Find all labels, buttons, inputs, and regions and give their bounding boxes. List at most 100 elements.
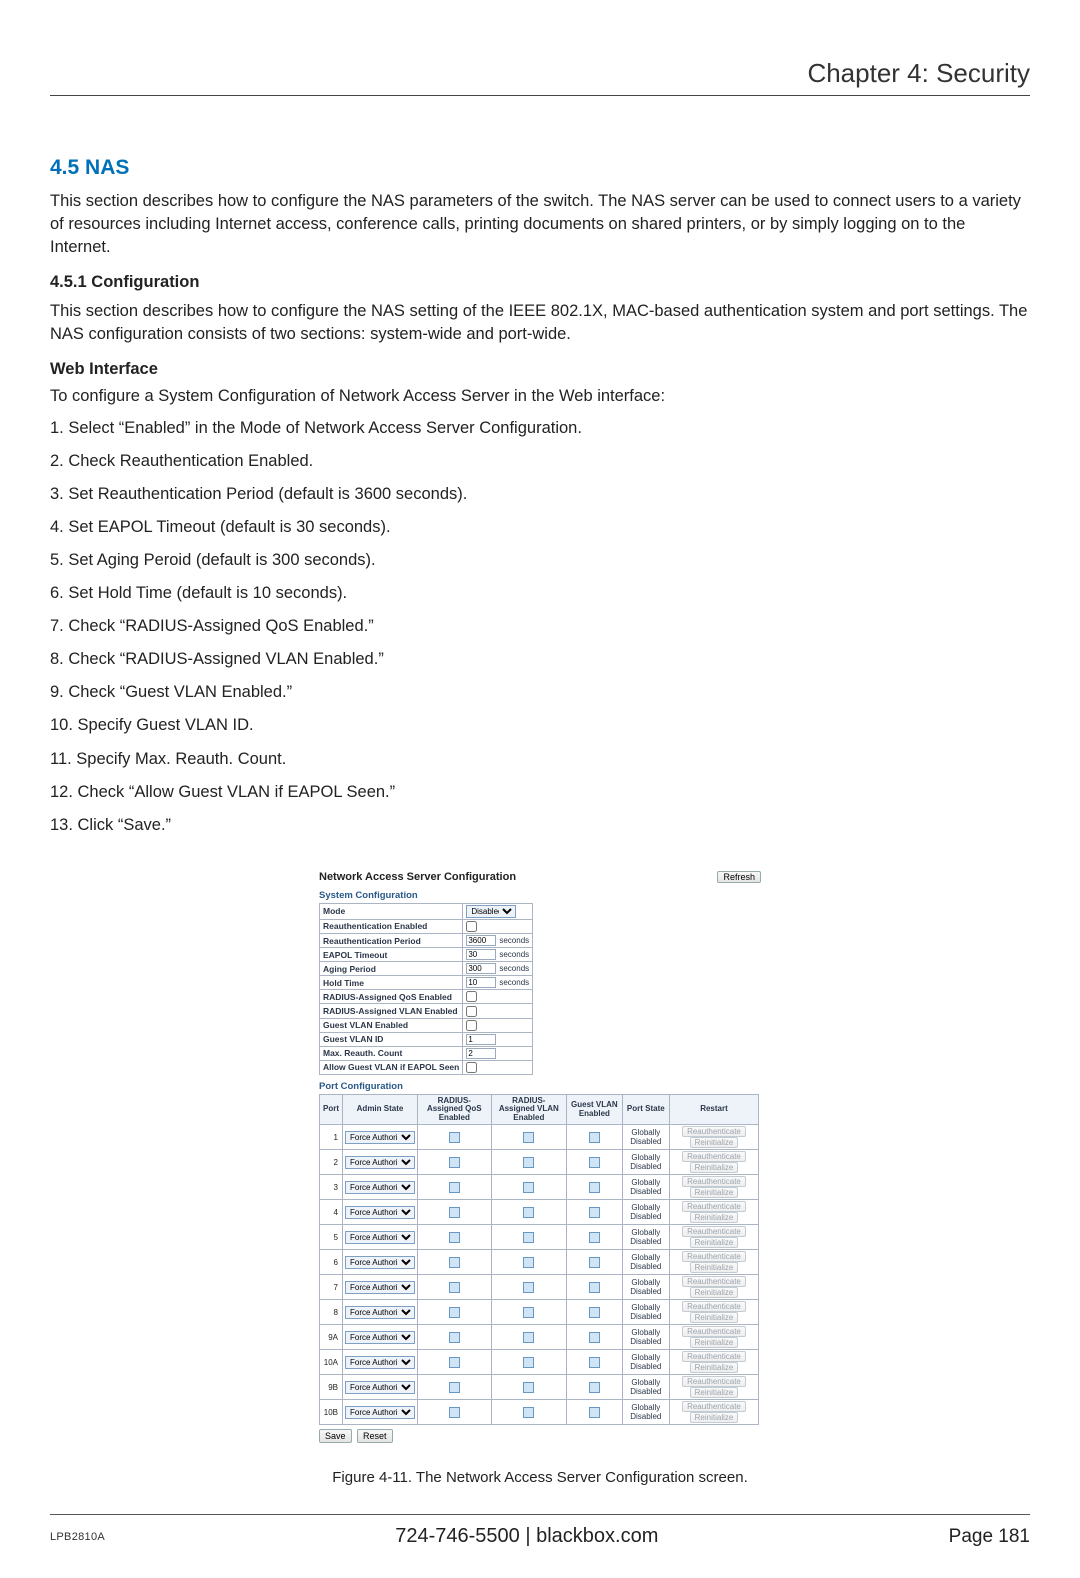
gvlan-checkbox[interactable] <box>589 1332 600 1343</box>
step: 2. Check Reauthentication Enabled. <box>50 450 1030 473</box>
radius-vlan-checkbox[interactable] <box>466 1006 477 1017</box>
reinitialize-button[interactable]: Reinitialize <box>690 1212 739 1223</box>
reauthenticate-button[interactable]: Reauthenticate <box>682 1301 746 1312</box>
guest-vlan-en-checkbox[interactable] <box>466 1020 477 1031</box>
gvlan-checkbox[interactable] <box>589 1182 600 1193</box>
rvlan-checkbox[interactable] <box>523 1357 534 1368</box>
qos-checkbox[interactable] <box>449 1382 460 1393</box>
gvlan-checkbox[interactable] <box>589 1357 600 1368</box>
seconds-unit: seconds <box>499 950 529 959</box>
reinitialize-button[interactable]: Reinitialize <box>690 1337 739 1348</box>
reauthenticate-button[interactable]: Reauthenticate <box>682 1226 746 1237</box>
qos-checkbox[interactable] <box>449 1332 460 1343</box>
reauthenticate-button[interactable]: Reauthenticate <box>682 1151 746 1162</box>
admin-state-select[interactable]: Force Authorized <box>345 1181 415 1194</box>
admin-state-select[interactable]: Force Authorized <box>345 1156 415 1169</box>
rvlan-checkbox[interactable] <box>523 1382 534 1393</box>
gvlan-checkbox[interactable] <box>589 1132 600 1143</box>
guest-vlan-id-input[interactable] <box>466 1034 496 1045</box>
rvlan-checkbox[interactable] <box>523 1232 534 1243</box>
gvlan-checkbox[interactable] <box>589 1257 600 1268</box>
reauth-en-checkbox[interactable] <box>466 921 477 932</box>
qos-checkbox[interactable] <box>449 1282 460 1293</box>
rvlan-checkbox[interactable] <box>523 1182 534 1193</box>
port-number: 10B <box>320 1400 343 1425</box>
qos-checkbox[interactable] <box>449 1157 460 1168</box>
rvlan-checkbox[interactable] <box>523 1332 534 1343</box>
admin-state-select[interactable]: Force Authorized <box>345 1206 415 1219</box>
reinitialize-button[interactable]: Reinitialize <box>690 1162 739 1173</box>
chapter-header: Chapter 4: Security <box>50 58 1030 96</box>
refresh-button[interactable]: Refresh <box>717 871 761 883</box>
reinitialize-button[interactable]: Reinitialize <box>690 1312 739 1323</box>
rvlan-checkbox[interactable] <box>523 1132 534 1143</box>
hold-input[interactable] <box>466 977 496 988</box>
qos-checkbox[interactable] <box>449 1207 460 1218</box>
reauthenticate-button[interactable]: Reauthenticate <box>682 1376 746 1387</box>
figure-caption: Figure 4-11. The Network Access Server C… <box>50 1469 1030 1486</box>
reauthenticate-button[interactable]: Reauthenticate <box>682 1326 746 1337</box>
reinitialize-button[interactable]: Reinitialize <box>690 1362 739 1373</box>
radius-vlan-label: RADIUS-Assigned VLAN Enabled <box>320 1004 463 1018</box>
reauthenticate-button[interactable]: Reauthenticate <box>682 1126 746 1137</box>
reauth-period-input[interactable] <box>466 935 496 946</box>
admin-state-select[interactable]: Force Authorized <box>345 1231 415 1244</box>
port-state: Globally Disabled <box>622 1200 669 1225</box>
admin-state-select[interactable]: Force Authorized <box>345 1256 415 1269</box>
reauthenticate-button[interactable]: Reauthenticate <box>682 1201 746 1212</box>
aging-input[interactable] <box>466 963 496 974</box>
admin-state-select[interactable]: Force Authorized <box>345 1406 415 1419</box>
mode-select[interactable]: Disabled <box>466 905 516 918</box>
port-number: 6 <box>320 1250 343 1275</box>
reinitialize-button[interactable]: Reinitialize <box>690 1187 739 1198</box>
reauthenticate-button[interactable]: Reauthenticate <box>682 1251 746 1262</box>
qos-checkbox[interactable] <box>449 1182 460 1193</box>
admin-state-select[interactable]: Force Authorized <box>345 1356 415 1369</box>
qos-checkbox[interactable] <box>449 1307 460 1318</box>
admin-state-select[interactable]: Force Authorized <box>345 1281 415 1294</box>
rvlan-checkbox[interactable] <box>523 1157 534 1168</box>
rvlan-checkbox[interactable] <box>523 1257 534 1268</box>
gvlan-checkbox[interactable] <box>589 1382 600 1393</box>
reset-button[interactable]: Reset <box>357 1429 393 1443</box>
col-port: Port <box>320 1095 343 1125</box>
reauthenticate-button[interactable]: Reauthenticate <box>682 1351 746 1362</box>
qos-checkbox[interactable] <box>449 1357 460 1368</box>
reinitialize-button[interactable]: Reinitialize <box>690 1412 739 1423</box>
port-state: Globally Disabled <box>622 1225 669 1250</box>
gvlan-checkbox[interactable] <box>589 1307 600 1318</box>
reinitialize-button[interactable]: Reinitialize <box>690 1262 739 1273</box>
rvlan-checkbox[interactable] <box>523 1307 534 1318</box>
admin-state-select[interactable]: Force Authorized <box>345 1331 415 1344</box>
reinitialize-button[interactable]: Reinitialize <box>690 1287 739 1298</box>
rvlan-checkbox[interactable] <box>523 1407 534 1418</box>
section-title: 4.5 NAS <box>50 156 1030 180</box>
gvlan-checkbox[interactable] <box>589 1157 600 1168</box>
admin-state-select[interactable]: Force Authorized <box>345 1306 415 1319</box>
qos-checkbox[interactable] <box>449 1257 460 1268</box>
gvlan-checkbox[interactable] <box>589 1232 600 1243</box>
reinitialize-button[interactable]: Reinitialize <box>690 1137 739 1148</box>
gvlan-checkbox[interactable] <box>589 1207 600 1218</box>
admin-state-select[interactable]: Force Authorized <box>345 1381 415 1394</box>
port-number: 9B <box>320 1375 343 1400</box>
gvlan-checkbox[interactable] <box>589 1282 600 1293</box>
reauthenticate-button[interactable]: Reauthenticate <box>682 1176 746 1187</box>
qos-checkbox[interactable] <box>449 1407 460 1418</box>
qos-checkbox[interactable] <box>449 1232 460 1243</box>
max-reauth-input[interactable] <box>466 1048 496 1059</box>
radius-qos-checkbox[interactable] <box>466 991 477 1002</box>
table-row: 8Force AuthorizedGlobally DisabledReauth… <box>320 1300 759 1325</box>
eapol-input[interactable] <box>466 949 496 960</box>
step: 10. Specify Guest VLAN ID. <box>50 714 1030 737</box>
reauthenticate-button[interactable]: Reauthenticate <box>682 1401 746 1412</box>
rvlan-checkbox[interactable] <box>523 1207 534 1218</box>
rvlan-checkbox[interactable] <box>523 1282 534 1293</box>
save-button[interactable]: Save <box>319 1429 352 1443</box>
reauthenticate-button[interactable]: Reauthenticate <box>682 1276 746 1287</box>
allow-guest-checkbox[interactable] <box>466 1062 477 1073</box>
gvlan-checkbox[interactable] <box>589 1407 600 1418</box>
qos-checkbox[interactable] <box>449 1132 460 1143</box>
reinitialize-button[interactable]: Reinitialize <box>690 1237 739 1248</box>
admin-state-select[interactable]: Force Authorized <box>345 1131 415 1144</box>
